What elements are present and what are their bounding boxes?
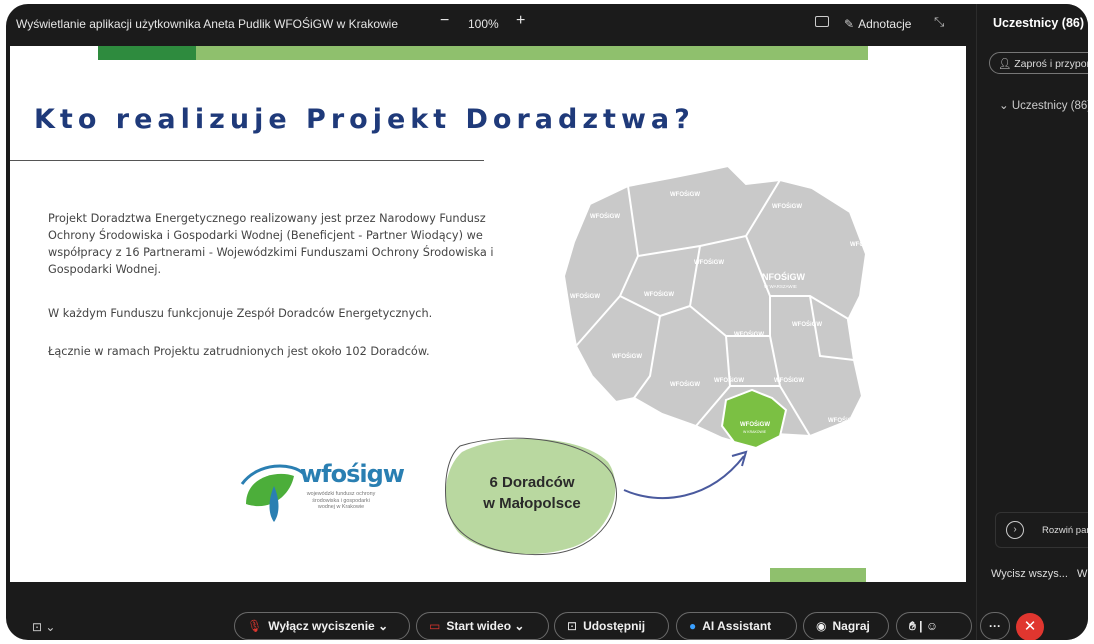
captions-button[interactable]: ⊡ ⌄ xyxy=(32,620,55,634)
zoom-level: 100% xyxy=(468,17,499,31)
pen-icon: ✎ xyxy=(844,17,855,31)
video-off-icon: ▭ xyxy=(429,619,441,633)
collapse-icon[interactable]: ⤡ xyxy=(934,14,944,30)
slide-top-bar-accent xyxy=(98,46,196,60)
chevron-down-icon[interactable]: ⌄ xyxy=(514,619,524,633)
slide-top-bar xyxy=(98,46,868,60)
raise-hand-icon[interactable]: ✋︎ xyxy=(909,619,916,633)
more-options-button[interactable]: ··· xyxy=(980,612,1010,640)
share-title: Wyświetlanie aplikacji użytkownika Aneta… xyxy=(16,17,399,31)
annotations-label: Adnotacje xyxy=(858,17,912,31)
participants-panel: Uczestnicy (86) 👤︎ Zaproś i przypomnij ⌄… xyxy=(976,4,1088,640)
map-region-label-2: WFOŚiGW xyxy=(590,213,620,220)
arrow-icon xyxy=(623,450,748,500)
map-region-label-8: WFOŚiGW xyxy=(734,331,764,338)
mic-off-icon: 🎙︎ xyxy=(247,619,263,633)
map-region-label-10: WFOŚiGW xyxy=(856,345,880,352)
chevron-down-icon: ⌄ xyxy=(999,100,1012,112)
map-region-label-6: WFOŚiGW xyxy=(570,293,600,300)
unmute-button[interactable]: 🎙︎ Wyłącz wyciszenie ⌄ xyxy=(234,612,410,640)
person-icon: 👤︎ xyxy=(998,58,1015,70)
annotations-button[interactable]: ✎ Adnotacje xyxy=(844,17,911,31)
callout-line-2: w Małopolsce xyxy=(483,495,581,512)
zoom-out-button[interactable]: − xyxy=(440,12,449,30)
leave-button[interactable]: ✕ xyxy=(1016,613,1044,640)
share-top-bar: Wyświetlanie aplikacji użytkownika Aneta… xyxy=(6,4,976,42)
map-central-sub: W WARSZAWIE xyxy=(764,284,797,289)
participants-group-label: Uczestnicy (86) xyxy=(1011,100,1088,112)
map-region-label-11: WFOŚiGW xyxy=(612,353,642,360)
slide-bottom-bar xyxy=(770,568,866,582)
map-region-label-1: WFOŚiGW xyxy=(670,191,700,198)
ai-assistant-icon: ● xyxy=(689,619,697,633)
panel-more-button[interactable]: W xyxy=(1077,568,1087,580)
ai-assistant-label: AI Assistant xyxy=(702,619,772,633)
unmute-label: Wyłącz wyciszenie xyxy=(268,619,375,633)
participants-title: Uczestnicy (86) xyxy=(993,16,1085,30)
map-region-label-16: WFOŚiGW xyxy=(740,421,770,428)
invite-label: Zaproś i przypomnij xyxy=(1014,58,1088,70)
app-window: Wyświetlanie aplikacji użytkownika Aneta… xyxy=(6,4,1088,640)
slide-paragraph-2: W każdym Funduszu funkcjonuje Zespół Dor… xyxy=(48,307,433,320)
slide-title: Kto realizuje Projekt Doradztwa? xyxy=(34,104,695,135)
chevron-down-icon[interactable]: ⌄ xyxy=(378,619,388,633)
mute-all-button[interactable]: Wycisz wszys... xyxy=(991,568,1068,580)
shared-slide: Kto realizuje Projekt Doradztwa? Projekt… xyxy=(10,46,966,582)
map-region-label-7: WFOŚiGW xyxy=(644,291,674,298)
slide-paragraph-3: Łącznie w ramach Projektu zatrudnionych … xyxy=(48,345,430,358)
zoom-in-button[interactable]: + xyxy=(516,12,525,30)
map-region-label-15: WFOŚiGW xyxy=(828,417,858,424)
logo-subtitle: wojewódzki fundusz ochrony środowiska i … xyxy=(306,491,376,510)
map-region-label-4: WFOŚiGW xyxy=(850,241,880,248)
ai-assistant-button[interactable]: ● AI Assistant xyxy=(676,612,797,640)
share-label: Udostępnij xyxy=(583,619,646,633)
title-divider xyxy=(10,160,484,161)
poland-map: NFOŚiGW W WARSZAWIE WFOŚiGW WFOŚiGW WFOŚ… xyxy=(562,164,880,450)
invite-button[interactable]: 👤︎ Zaproś i przypomnij xyxy=(989,52,1088,74)
map-region-label-12: WFOŚiGW xyxy=(670,381,700,388)
map-region-label-9: WFOŚiGW xyxy=(792,321,822,328)
map-region-label-3: WFOŚiGW xyxy=(772,203,802,210)
logo-word: wfośigw xyxy=(300,460,405,488)
record-label: Nagraj xyxy=(832,619,870,633)
share-icon: ⊡ xyxy=(567,619,578,633)
share-button[interactable]: ⊡ Udostępnij xyxy=(554,612,669,640)
emoji-icon[interactable]: ☺ xyxy=(926,619,938,633)
callout-text: 6 Doradców w Małopolsce xyxy=(442,472,622,514)
start-video-button[interactable]: ▭ Start wideo ⌄ xyxy=(416,612,549,640)
record-icon: ◉ xyxy=(816,619,827,633)
callout-line-1: 6 Doradców xyxy=(489,474,575,491)
reactions-button[interactable]: ✋︎ | ☺ xyxy=(896,612,972,640)
monitor-icon[interactable] xyxy=(815,16,829,27)
map-region-label-5: WFOŚiGW xyxy=(694,259,724,266)
chevron-right-icon: › xyxy=(1006,521,1024,539)
record-button[interactable]: ◉ Nagraj xyxy=(803,612,889,640)
participants-group-toggle[interactable]: ⌄ Uczestnicy (86) xyxy=(999,98,1088,112)
expand-label: Rozwiń panel xyxy=(1042,525,1088,536)
expand-panel-button[interactable]: › Rozwiń panel xyxy=(995,512,1088,548)
map-central-label: NFOŚiGW xyxy=(762,271,806,282)
start-video-label: Start wideo xyxy=(446,619,512,633)
map-region-label-14: WFOŚiGW xyxy=(774,377,804,384)
map-region-label-13: WFOŚiGW xyxy=(714,377,744,384)
map-highlight-sub: W KRAKOWIE xyxy=(743,430,767,434)
slide-paragraph-1: Projekt Doradztwa Energetycznego realizo… xyxy=(48,212,494,276)
